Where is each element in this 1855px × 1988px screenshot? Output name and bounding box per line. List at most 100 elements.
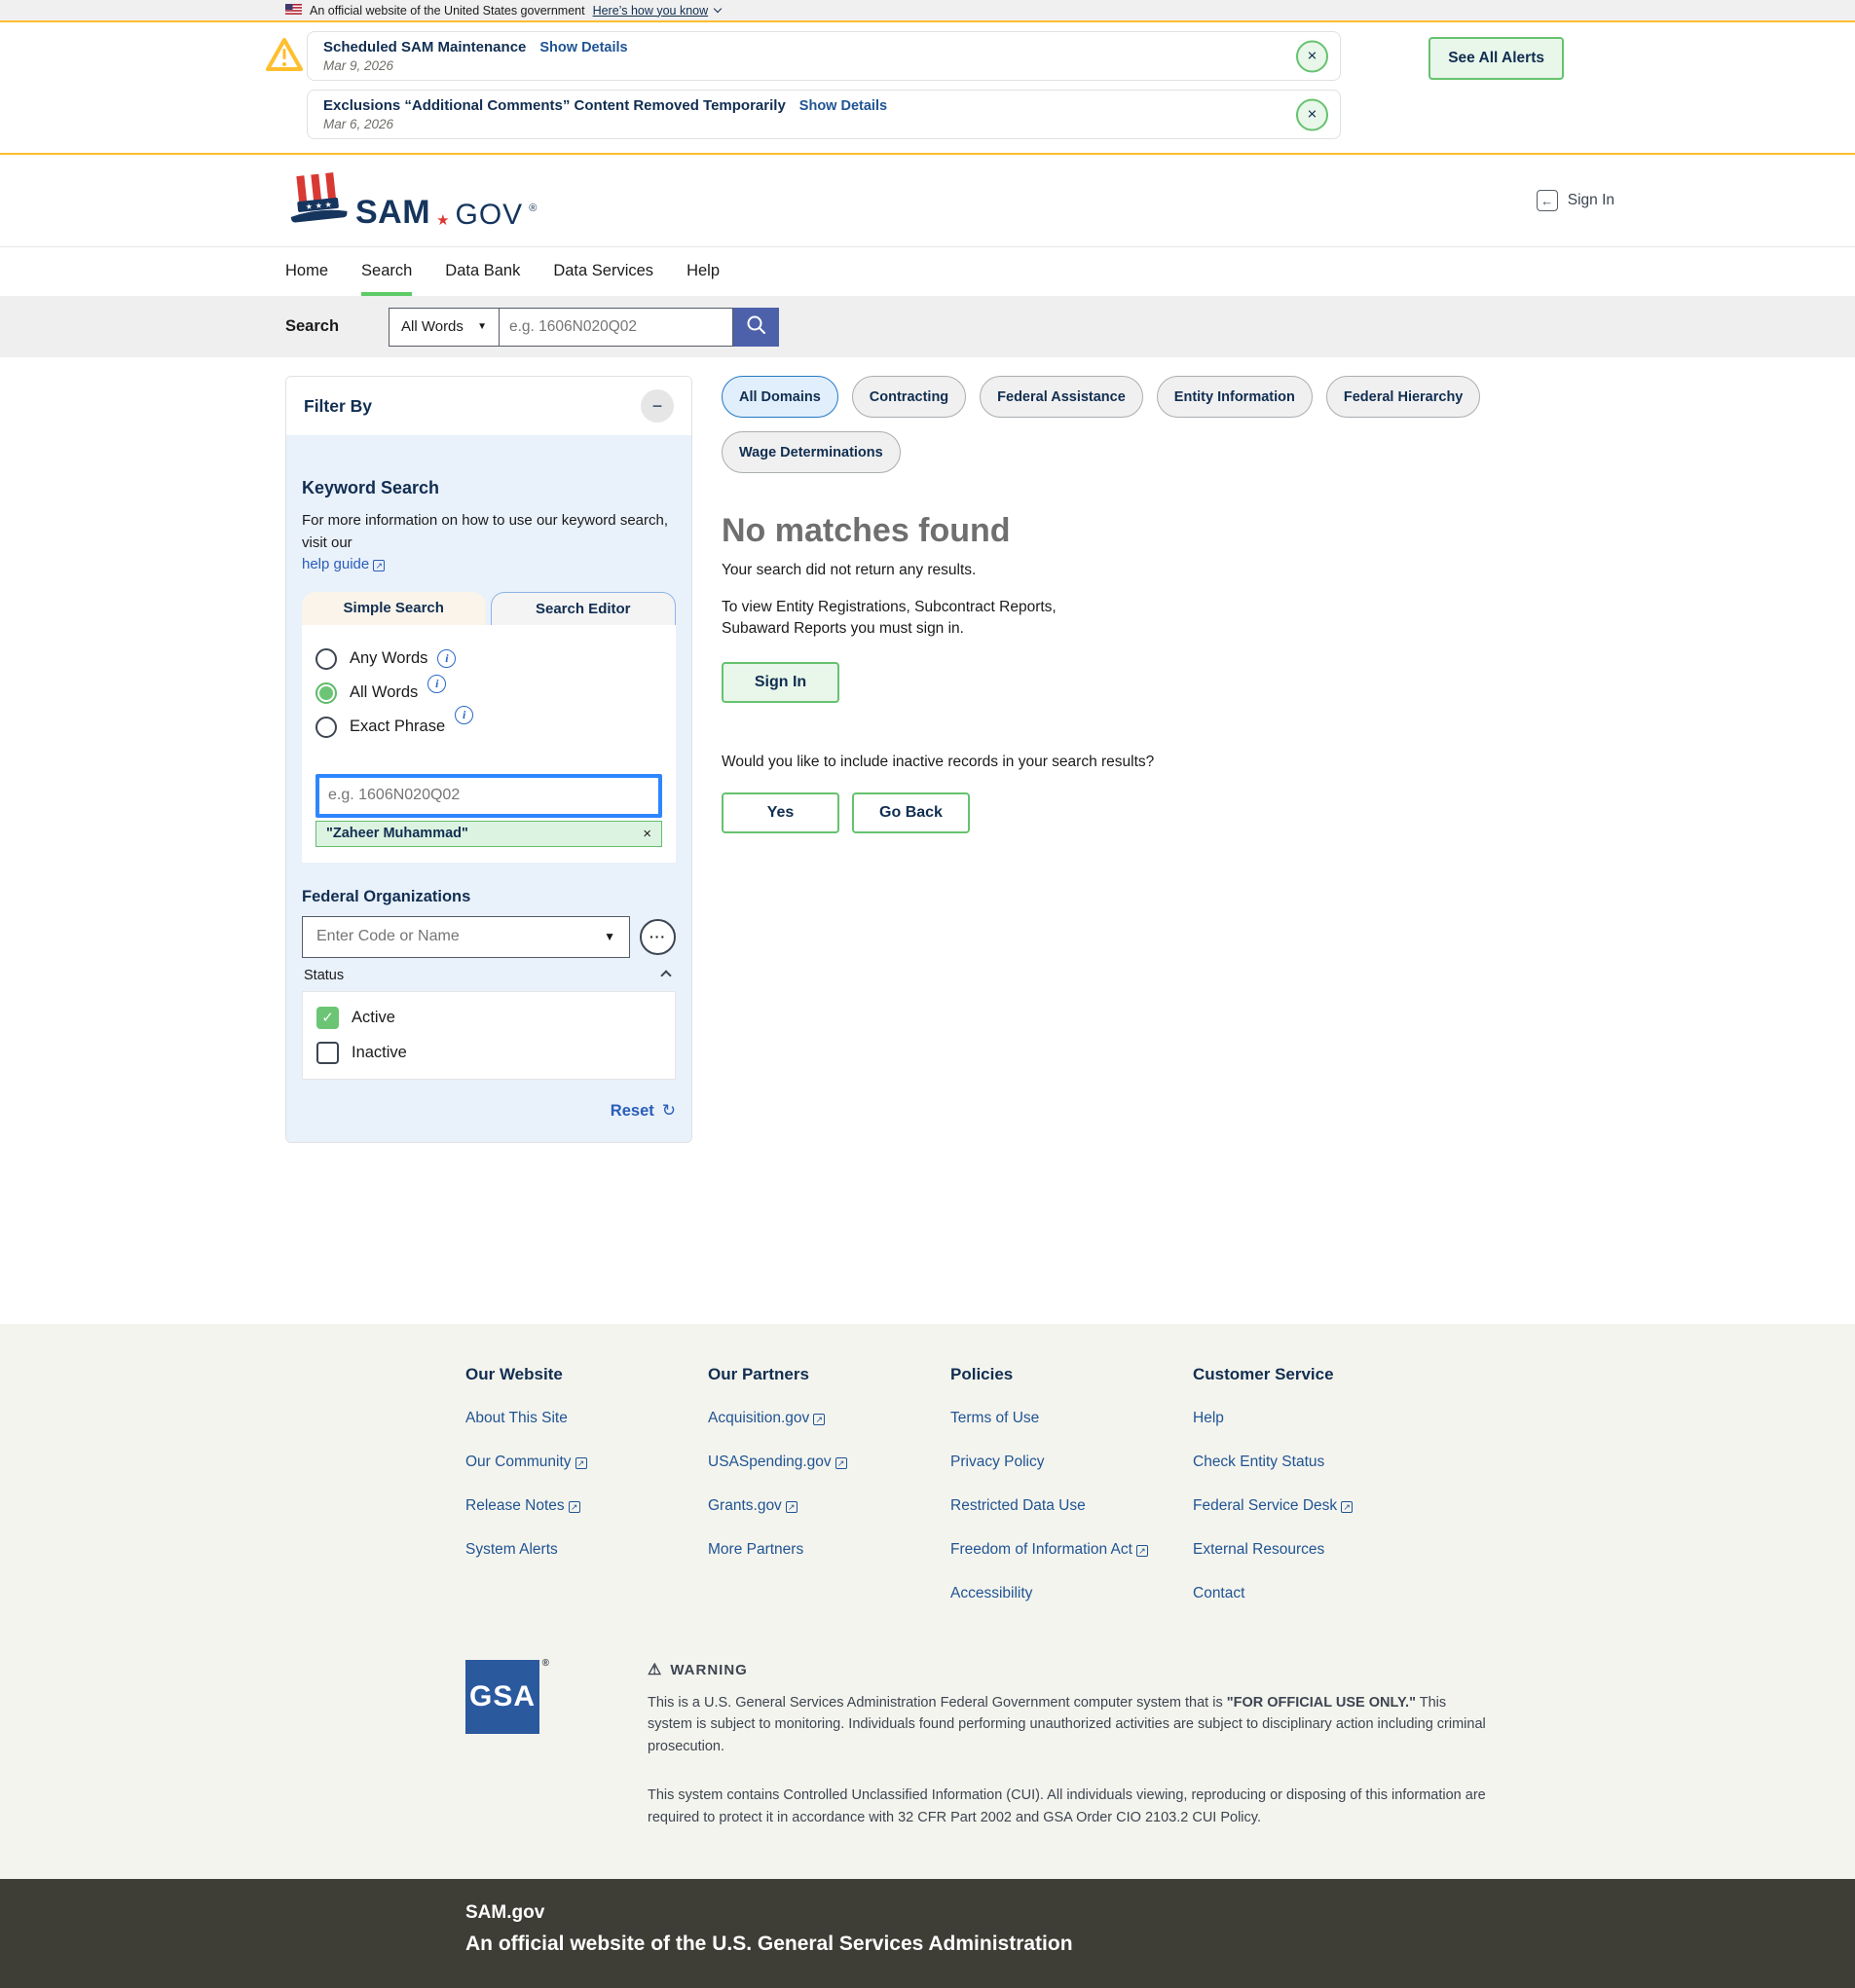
sign-in-button[interactable]: Sign In [722, 662, 839, 703]
footer-column-customer-service: Customer Service Help Check Entity Statu… [1193, 1365, 1435, 1629]
domain-pill-entity-information[interactable]: Entity Information [1157, 376, 1313, 418]
domain-pill-wage-determinations[interactable]: Wage Determinations [722, 431, 901, 473]
warning-paragraph-1: This is a U.S. General Services Administ… [648, 1692, 1487, 1757]
external-link-icon: ↗ [569, 1501, 580, 1513]
footer-link-release-notes[interactable]: Release Notes↗ [465, 1497, 708, 1515]
keyword-search-input[interactable] [315, 774, 662, 818]
alert-title: Scheduled SAM Maintenance [323, 39, 526, 55]
warning-title: WARNING [670, 1662, 748, 1678]
site-header: ★ ★ ★ SAM★GOV® ← Sign In [0, 155, 1855, 247]
radio-any-words-label: Any Words [350, 649, 427, 668]
enter-arrow-icon: ← [1537, 190, 1558, 211]
footer-link-accessibility[interactable]: Accessibility [950, 1585, 1193, 1602]
domain-pill-federal-assistance[interactable]: Federal Assistance [980, 376, 1143, 418]
go-back-button[interactable]: Go Back [852, 792, 970, 833]
footer-link-check-entity-status[interactable]: Check Entity Status [1193, 1454, 1435, 1471]
tab-search-editor[interactable]: Search Editor [491, 592, 677, 625]
footer-link-system-alerts[interactable]: System Alerts [465, 1541, 708, 1559]
reset-filters-link[interactable]: Reset↻ [611, 1102, 676, 1120]
footer-heading: Customer Service [1193, 1365, 1435, 1384]
search-band: Search All Words ▼ [0, 296, 1855, 357]
footer-link-contact[interactable]: Contact [1193, 1585, 1435, 1602]
footer-column-our-website: Our Website About This Site Our Communit… [465, 1365, 708, 1629]
search-mode-select[interactable]: All Words ▼ [389, 308, 500, 347]
radio-exact-phrase[interactable] [315, 717, 337, 738]
identifier-footer: SAM.gov An official website of the U.S. … [0, 1879, 1855, 1988]
status-options-box: ✓ Active Inactive [302, 991, 676, 1080]
footer-link-help[interactable]: Help [1193, 1410, 1435, 1427]
help-guide-link[interactable]: help guide↗ [302, 556, 385, 572]
nav-item-search[interactable]: Search [361, 262, 412, 296]
alert-date: Mar 9, 2026 [323, 58, 1281, 73]
filter-panel: Filter By − Keyword Search For more info… [285, 376, 692, 1143]
inactive-records-question: Would you like to include inactive recor… [722, 754, 1580, 771]
us-flag-icon [285, 4, 302, 18]
domain-pill-contracting[interactable]: Contracting [852, 376, 966, 418]
warning-icon: ⚠ [648, 1660, 662, 1679]
svg-text:★: ★ [305, 202, 313, 211]
more-options-button[interactable]: ··· [640, 919, 676, 955]
radio-all-words[interactable] [315, 682, 337, 704]
footer-link-more-partners[interactable]: More Partners [708, 1541, 950, 1559]
collapse-filters-button[interactable]: − [641, 389, 674, 423]
chevron-up-icon [660, 970, 671, 980]
primary-nav: Home Search Data Bank Data Services Help [0, 247, 1855, 296]
footer-link-grants-gov[interactable]: Grants.gov↗ [708, 1497, 950, 1515]
info-icon[interactable]: i [455, 706, 473, 724]
yes-button[interactable]: Yes [722, 792, 839, 833]
nav-item-data-bank[interactable]: Data Bank [445, 262, 520, 296]
external-link-icon: ↗ [1341, 1501, 1353, 1513]
footer-link-federal-service-desk[interactable]: Federal Service Desk↗ [1193, 1497, 1435, 1515]
footer-link-external-resources[interactable]: External Resources [1193, 1541, 1435, 1559]
footer-link-restricted-data-use[interactable]: Restricted Data Use [950, 1497, 1193, 1515]
domain-pill-federal-hierarchy[interactable]: Federal Hierarchy [1326, 376, 1481, 418]
checkbox-active-label: Active [352, 1009, 395, 1027]
footer-link-terms-of-use[interactable]: Terms of Use [950, 1410, 1193, 1427]
chevron-down-icon [714, 4, 722, 12]
how-you-know-link[interactable]: Here’s how you know [593, 4, 722, 18]
checkbox-active[interactable]: ✓ [316, 1007, 339, 1029]
show-details-link[interactable]: Show Details [539, 40, 627, 55]
federal-organizations-select[interactable]: Enter Code or Name ▼ [302, 916, 630, 958]
svg-text:★: ★ [315, 201, 322, 210]
show-details-link[interactable]: Show Details [799, 98, 887, 114]
alert-title: Exclusions “Additional Comments” Content… [323, 97, 786, 114]
nav-item-data-services[interactable]: Data Services [553, 262, 653, 296]
results-area: All Domains Contracting Federal Assistan… [722, 376, 1580, 833]
checkbox-inactive[interactable] [316, 1042, 339, 1064]
sam-gov-logo[interactable]: ★ ★ ★ SAM★GOV® [285, 170, 537, 232]
footer-heading: Policies [950, 1365, 1193, 1384]
alert-card: Scheduled SAM Maintenance Show Details M… [307, 31, 1341, 81]
external-link-icon: ↗ [373, 560, 385, 571]
search-submit-button[interactable] [733, 308, 779, 347]
footer-link-about-this-site[interactable]: About This Site [465, 1410, 708, 1427]
close-icon[interactable]: × [1296, 40, 1328, 72]
footer-heading: Our Partners [708, 1365, 950, 1384]
keyword-tag-label: "Zaheer Muhammad" [326, 826, 468, 841]
remove-tag-icon[interactable]: × [643, 826, 651, 842]
global-search-input[interactable] [500, 308, 733, 347]
footer-link-our-community[interactable]: Our Community↗ [465, 1454, 708, 1471]
nav-item-help[interactable]: Help [686, 262, 720, 296]
nav-item-home[interactable]: Home [285, 262, 328, 296]
sign-in-required-message: To view Entity Registrations, Subcontrac… [722, 597, 1119, 641]
footer-link-usaspending-gov[interactable]: USASpending.gov↗ [708, 1454, 950, 1471]
tab-simple-search[interactable]: Simple Search [302, 592, 486, 625]
footer-link-foia[interactable]: Freedom of Information Act↗ [950, 1541, 1193, 1559]
site-footer: Our Website About This Site Our Communit… [0, 1324, 1855, 1879]
main-content: Filter By − Keyword Search For more info… [0, 357, 1855, 1324]
keyword-tag: "Zaheer Muhammad" × [315, 821, 662, 847]
logo-sam-text: SAM [355, 194, 430, 232]
close-icon[interactable]: × [1296, 98, 1328, 130]
info-icon[interactable]: i [437, 649, 456, 668]
footer-link-acquisition-gov[interactable]: Acquisition.gov↗ [708, 1410, 950, 1427]
no-matches-title: No matches found [722, 512, 1580, 550]
see-all-alerts-button[interactable]: See All Alerts [1428, 37, 1564, 80]
footer-link-privacy-policy[interactable]: Privacy Policy [950, 1454, 1193, 1471]
radio-any-words[interactable] [315, 648, 337, 670]
sign-in-link[interactable]: ← Sign In [1537, 190, 1614, 211]
domain-pill-all-domains[interactable]: All Domains [722, 376, 838, 418]
footer-site-name: SAM.gov [465, 1902, 1855, 1924]
status-accordion-header[interactable]: Status [302, 968, 676, 983]
info-icon[interactable]: i [427, 675, 446, 693]
